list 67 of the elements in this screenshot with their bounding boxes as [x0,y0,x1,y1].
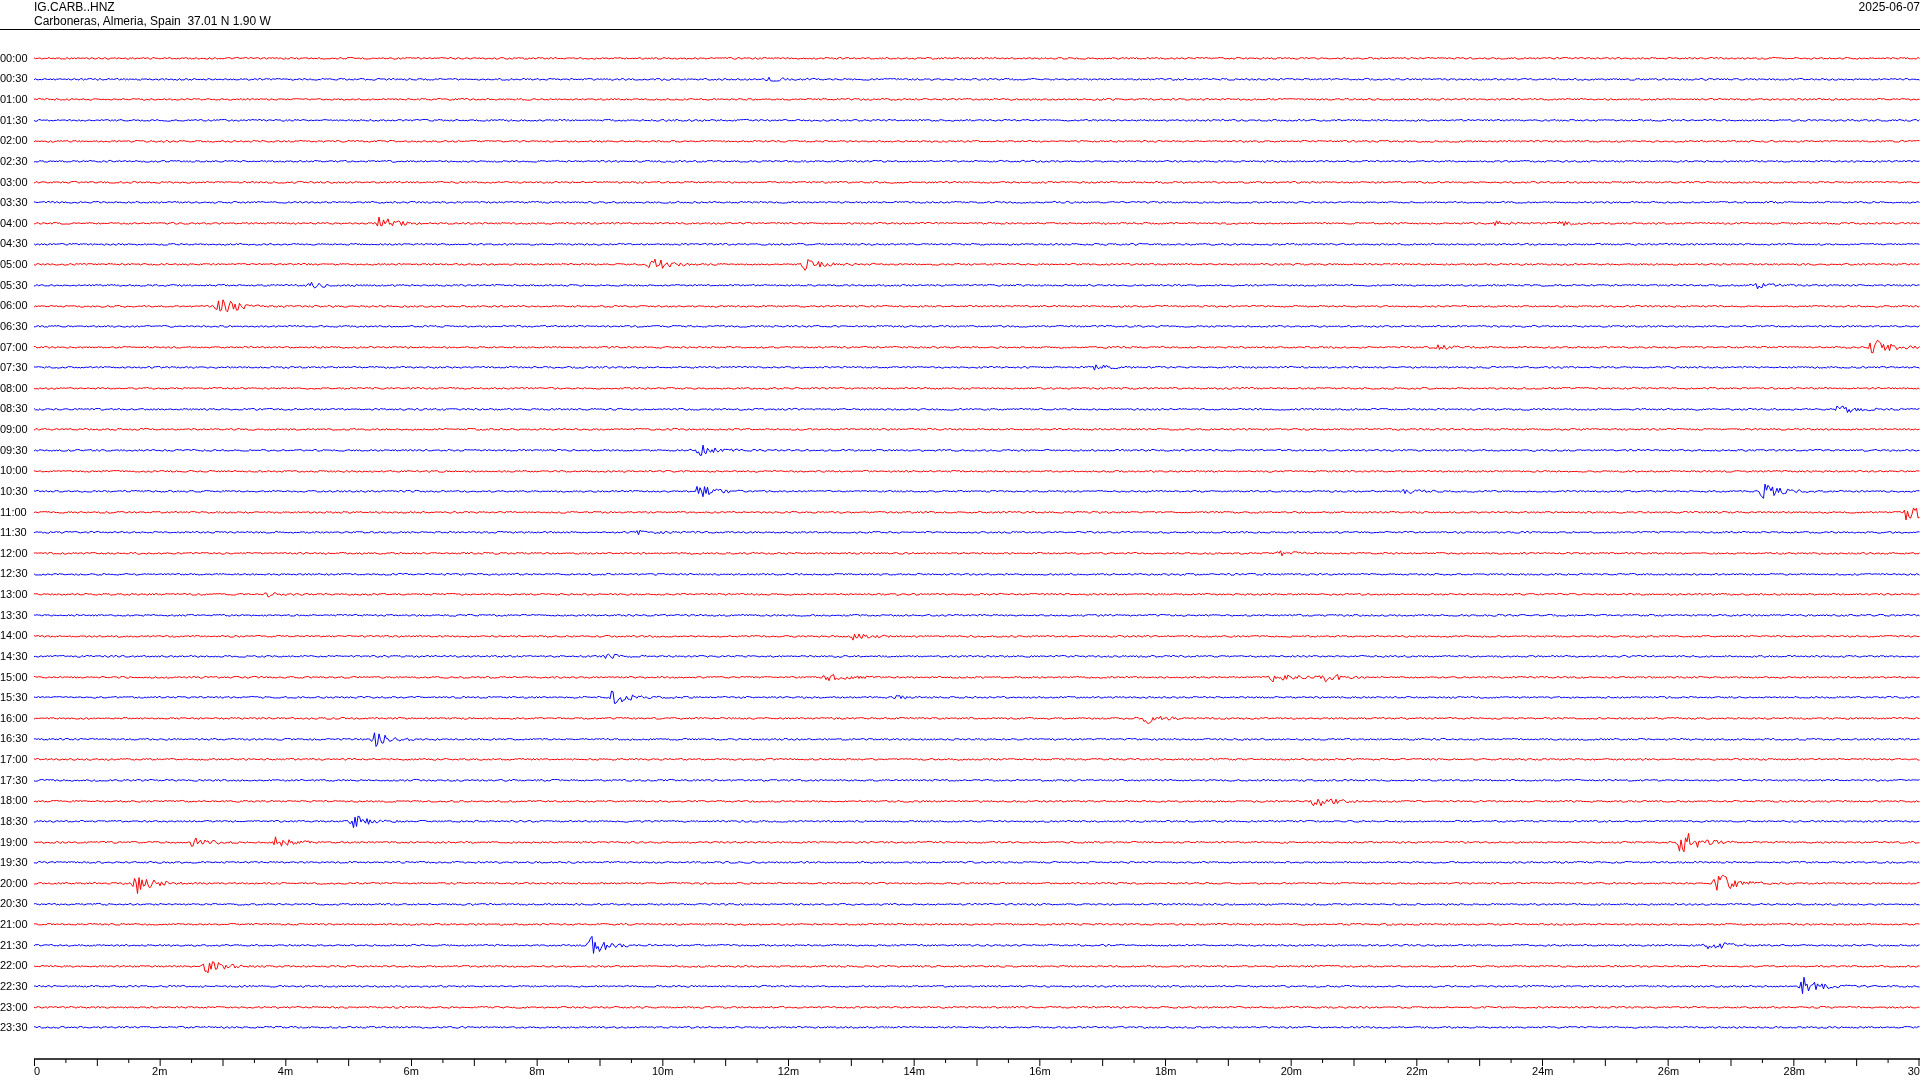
time-label: 16:30 [0,733,29,745]
axis-tick-label: 2m [152,1066,168,1077]
time-label: 10:30 [0,485,29,497]
axis-tick-label: 6m [403,1066,419,1077]
time-label: 04:30 [0,238,29,250]
station-location: Carboneras, Almeria, Spain 37.01 N 1.90 W [34,14,271,28]
time-label: 14:30 [0,650,29,662]
time-label: 14:00 [0,630,29,642]
time-label: 05:00 [0,259,29,271]
axis-tick-label: 22m [1406,1066,1428,1077]
time-label: 21:00 [0,919,29,931]
time-label: 16:00 [0,712,29,724]
time-label: 19:30 [0,857,29,869]
time-label: 00:00 [0,52,29,64]
axis-tick-label: 18m [1154,1066,1177,1077]
time-label: 18:00 [0,795,29,807]
time-label: 04:00 [0,217,29,229]
time-label: 00:30 [0,73,29,85]
time-label: 11:00 [0,506,28,518]
time-label: 02:00 [0,135,29,147]
date-label: 2025-06-07 [1858,0,1920,14]
axis-tick-label: 28m [1783,1066,1805,1077]
time-label: 20:00 [0,877,29,889]
axis-tick-label: 20m [1280,1066,1303,1077]
time-label: 22:30 [0,980,29,992]
time-label: 03:00 [0,176,29,188]
axis-tick-label: 0 [34,1066,41,1077]
time-label: 12:00 [0,547,29,559]
time-label: 22:00 [0,960,29,972]
time-label: 17:30 [0,774,29,786]
time-label: 07:00 [0,341,29,353]
time-label: 19:00 [0,836,29,848]
axis-tick-label: 14m [903,1066,925,1077]
time-label: 13:00 [0,589,29,601]
axis-tick-label: 26m [1657,1066,1680,1077]
axis-tick-label: 16m [1029,1066,1051,1077]
time-label: 13:30 [0,609,29,621]
time-label: 09:00 [0,424,29,436]
time-label: 12:30 [0,568,29,580]
axis-tick-label: 30 [1907,1066,1920,1077]
axis-tick-label: 10m [651,1066,674,1077]
time-label: 06:30 [0,320,29,332]
time-label: 15:00 [0,671,29,683]
time-label: 08:00 [0,382,29,394]
time-label: 07:30 [0,362,29,374]
axis-tick-label: 4m [277,1066,294,1077]
time-label: 11:30 [0,527,28,539]
time-label: 20:30 [0,898,29,910]
time-label: 10:00 [0,465,29,477]
station-code: IG.CARB..HNZ [34,0,116,14]
time-label: 15:30 [0,692,29,704]
axis-tick-label: 24m [1532,1066,1554,1077]
time-label: 21:30 [0,939,29,951]
time-label: 06:00 [0,300,29,312]
time-label: 05:30 [0,279,29,291]
time-label: 17:00 [0,754,29,766]
time-label: 18:30 [0,815,29,827]
time-label: 23:30 [0,1022,29,1034]
axis-tick-label: 12m [777,1066,800,1077]
time-label: 03:30 [0,197,29,209]
time-label: 01:00 [0,94,29,106]
time-label: 09:30 [0,444,29,456]
time-label: 23:00 [0,1001,29,1013]
time-label: 01:30 [0,114,29,126]
time-label: 02:30 [0,155,29,167]
time-label: 08:30 [0,403,29,415]
axis-tick-label: 8m [529,1066,545,1077]
